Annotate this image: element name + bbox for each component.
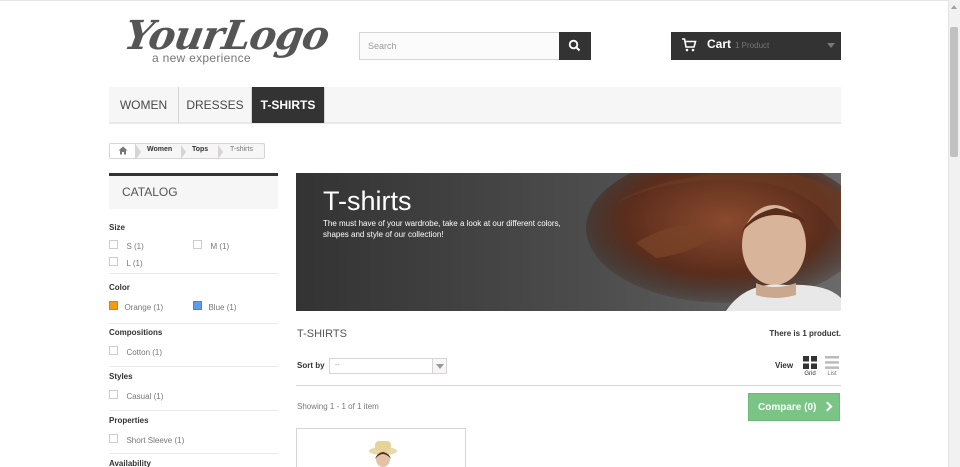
filter-label: S (1) bbox=[126, 242, 144, 251]
filter-styles-title: Styles bbox=[109, 372, 133, 381]
catalog-header: CATALOG bbox=[109, 173, 278, 209]
filter-casual[interactable]: Casual (1) bbox=[109, 386, 163, 404]
product-image[interactable] bbox=[297, 429, 466, 467]
filter-label: Short Sleeve (1) bbox=[126, 436, 185, 445]
divider bbox=[109, 366, 278, 367]
category-title: T-SHIRTS bbox=[297, 328, 347, 340]
top-border bbox=[0, 0, 948, 1]
checkbox[interactable] bbox=[109, 257, 118, 267]
list-view-icon[interactable] bbox=[825, 356, 839, 369]
menu-item-tshirts[interactable]: T-SHIRTS bbox=[252, 87, 325, 123]
compare-label: Compare (0) bbox=[758, 402, 817, 413]
breadcrumb-item-tops[interactable]: Tops bbox=[192, 146, 208, 153]
category-banner: T-shirts The must have of your wardrobe,… bbox=[296, 173, 841, 311]
filter-label: Orange (1) bbox=[124, 303, 164, 312]
breadcrumb-home[interactable] bbox=[110, 144, 136, 158]
cart-count: 1 Product bbox=[735, 41, 770, 50]
checkbox[interactable] bbox=[109, 240, 118, 250]
site-logo[interactable]: YourLogo a new experience bbox=[121, 12, 333, 72]
breadcrumb-separator bbox=[181, 145, 186, 159]
search-icon bbox=[568, 39, 581, 52]
filter-label: Blue (1) bbox=[208, 303, 237, 312]
grid-view-icon[interactable] bbox=[803, 356, 817, 369]
color-swatch-blue[interactable] bbox=[193, 301, 202, 310]
main-menu: WOMEN DRESSES T-SHIRTS bbox=[109, 87, 841, 124]
filter-short-sleeve[interactable]: Short Sleeve (1) bbox=[109, 430, 184, 448]
color-swatch-orange[interactable] bbox=[109, 301, 118, 310]
filter-cotton[interactable]: Cotton (1) bbox=[109, 342, 162, 360]
product-card[interactable] bbox=[296, 428, 466, 467]
scrollbar-thumb[interactable] bbox=[950, 27, 958, 157]
filter-compositions-title: Compositions bbox=[109, 328, 163, 337]
divider bbox=[296, 385, 841, 386]
filter-size-l[interactable]: L (1) bbox=[109, 253, 143, 271]
list-view-label[interactable]: List bbox=[822, 371, 842, 377]
filter-label: Cotton (1) bbox=[126, 348, 163, 357]
checkbox[interactable] bbox=[109, 390, 118, 400]
banner-title: T-shirts bbox=[323, 186, 412, 216]
filter-properties-title: Properties bbox=[109, 416, 149, 425]
filter-label: L (1) bbox=[126, 259, 143, 268]
menu-item-women[interactable]: WOMEN bbox=[109, 87, 179, 123]
home-icon bbox=[118, 146, 128, 155]
search-button[interactable] bbox=[559, 32, 591, 60]
scroll-up-arrow-icon[interactable] bbox=[950, 3, 958, 13]
checkbox[interactable] bbox=[109, 346, 118, 356]
breadcrumb: Women Tops T-shirts bbox=[109, 143, 265, 159]
chevron-down-icon bbox=[827, 43, 835, 48]
sort-select[interactable]: -- bbox=[329, 358, 447, 374]
breadcrumb-separator bbox=[136, 145, 141, 159]
compare-button[interactable]: Compare (0) bbox=[748, 393, 840, 421]
breadcrumb-item-women[interactable]: Women bbox=[147, 146, 172, 153]
divider bbox=[109, 410, 278, 411]
search-input[interactable]: Search bbox=[359, 32, 560, 60]
checkbox[interactable] bbox=[109, 434, 118, 444]
catalog-title: CATALOG bbox=[122, 185, 178, 199]
pagination-summary: Showing 1 - 1 of 1 item bbox=[297, 402, 379, 411]
logo-tagline: a new experience bbox=[152, 51, 251, 65]
filter-label: Casual (1) bbox=[126, 392, 164, 401]
divider bbox=[109, 453, 278, 454]
product-count: There is 1 product. bbox=[769, 329, 841, 338]
divider bbox=[109, 323, 278, 324]
grid-view-label[interactable]: Grid bbox=[800, 371, 820, 377]
sort-by-label: Sort by bbox=[297, 361, 325, 370]
cart-label: Cart bbox=[707, 37, 732, 51]
checkbox[interactable] bbox=[193, 240, 202, 250]
filter-color-orange[interactable]: Orange (1) bbox=[109, 297, 163, 315]
breadcrumb-item-current: T-shirts bbox=[230, 146, 253, 153]
divider bbox=[109, 273, 278, 274]
chevron-right-icon bbox=[822, 401, 833, 412]
chevron-down-icon bbox=[432, 359, 446, 373]
banner-description: The must have of your wardrobe, take a l… bbox=[323, 219, 561, 239]
filter-color-blue[interactable]: Blue (1) bbox=[193, 297, 236, 315]
filter-color-title: Color bbox=[109, 283, 130, 292]
filter-availability-title: Availability bbox=[109, 459, 151, 467]
breadcrumb-separator bbox=[218, 145, 223, 159]
filter-size-s[interactable]: S (1) bbox=[109, 236, 144, 254]
sort-select-value: -- bbox=[335, 362, 340, 369]
filter-label: M (1) bbox=[210, 242, 230, 251]
cart-icon bbox=[682, 38, 697, 52]
view-label: View bbox=[775, 361, 794, 370]
filter-size-m[interactable]: M (1) bbox=[193, 236, 229, 254]
cart-button[interactable]: Cart 1 Product bbox=[671, 32, 841, 60]
menu-item-dresses[interactable]: DRESSES bbox=[179, 87, 252, 123]
filter-size-title: Size bbox=[109, 223, 126, 232]
